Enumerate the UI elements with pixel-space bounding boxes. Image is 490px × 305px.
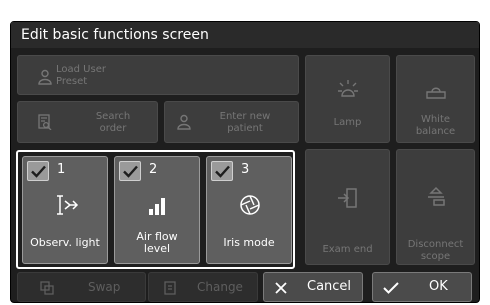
swap-button[interactable]: Swap xyxy=(17,272,146,302)
change-button[interactable]: Change xyxy=(148,272,258,302)
function-1-number: 1 xyxy=(57,162,66,177)
function-tile-2[interactable]: 2 Air flow level xyxy=(114,156,200,264)
load-user-preset-button[interactable]: Load User Preset xyxy=(17,55,299,95)
selected-functions-group: 1 Observ. light 2 Air flow level 3 Iris … xyxy=(16,150,295,269)
iris-mode-icon xyxy=(237,192,263,218)
disconnect-scope-label: Disconnect scope xyxy=(407,239,464,262)
patient-icon xyxy=(177,114,191,134)
edit-functions-window: Edit basic functions screen Load User Pr… xyxy=(10,21,480,303)
function-tile-3[interactable]: 3 Iris mode xyxy=(206,156,292,264)
disconnect-scope-icon xyxy=(424,186,448,214)
checkmark-icon xyxy=(31,165,46,178)
function-3-checkbox[interactable] xyxy=(211,161,233,181)
function-1-checkbox[interactable] xyxy=(27,161,49,181)
white-balance-label: White balance xyxy=(415,114,456,137)
white-balance-icon xyxy=(424,80,448,104)
search-order-label: Search order xyxy=(95,111,131,134)
swap-label: Swap xyxy=(88,280,121,294)
lamp-label: Lamp xyxy=(333,117,362,128)
lamp-button[interactable]: Lamp xyxy=(305,55,390,143)
lamp-icon xyxy=(336,78,360,106)
function-tile-1[interactable]: 1 Observ. light xyxy=(22,156,108,264)
exam-end-button[interactable]: Exam end xyxy=(305,149,390,265)
checkmark-icon xyxy=(215,165,230,178)
change-label: Change xyxy=(197,280,243,294)
function-3-number: 3 xyxy=(241,162,250,177)
cancel-label: Cancel xyxy=(307,279,352,294)
ok-label: OK xyxy=(429,279,448,294)
checkmark-icon xyxy=(123,165,138,178)
close-icon xyxy=(274,281,288,299)
exit-door-icon xyxy=(336,186,360,214)
observation-light-icon xyxy=(53,192,79,218)
disconnect-scope-button[interactable]: Disconnect scope xyxy=(396,149,475,265)
change-icon xyxy=(163,281,177,298)
checkmark-icon xyxy=(383,282,399,298)
white-balance-button[interactable]: White balance xyxy=(396,55,475,143)
load-user-preset-label: Load User Preset xyxy=(56,64,106,87)
cancel-button[interactable]: Cancel xyxy=(263,272,363,302)
function-2-checkbox[interactable] xyxy=(119,161,141,181)
window-title: Edit basic functions screen xyxy=(11,22,479,48)
enter-new-patient-label: Enter new patient xyxy=(219,111,271,134)
function-2-label: Air flow level xyxy=(136,230,178,255)
exam-end-label: Exam end xyxy=(322,244,373,255)
ok-button[interactable]: OK xyxy=(372,272,472,302)
enter-new-patient-button[interactable]: Enter new patient xyxy=(164,101,299,143)
user-preset-icon xyxy=(38,69,52,89)
function-1-label: Observ. light xyxy=(30,236,100,249)
document-search-icon xyxy=(38,114,52,134)
search-order-button[interactable]: Search order xyxy=(17,101,158,143)
air-flow-level-icon xyxy=(145,192,171,218)
swap-icon xyxy=(40,281,54,298)
function-2-number: 2 xyxy=(149,162,158,177)
function-3-label: Iris mode xyxy=(223,236,275,249)
